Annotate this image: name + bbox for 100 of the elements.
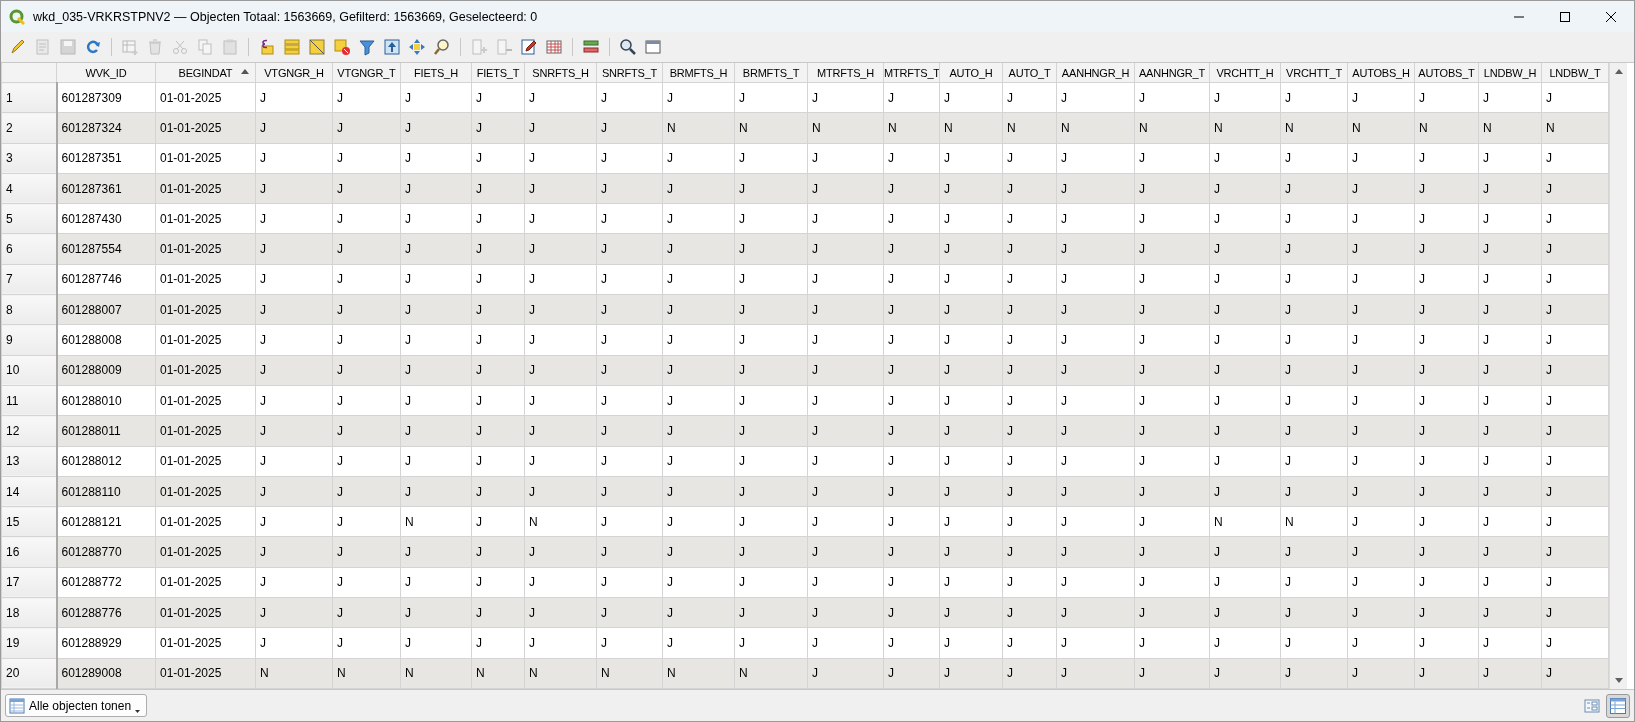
table-cell: J [1414, 264, 1479, 295]
column-header[interactable]: WVK_ID [56, 63, 156, 83]
table-cell: J [596, 415, 663, 447]
table-cell: N [662, 112, 735, 144]
table-cell: J [883, 446, 940, 477]
column-header[interactable]: VRCHTT_H [1209, 63, 1281, 83]
table-cell: J [883, 355, 940, 386]
table-cell: J [734, 385, 808, 416]
column-header[interactable]: LNDBW_H [1478, 63, 1542, 83]
table-cell: J [1347, 355, 1415, 386]
table-cell: J [1541, 627, 1609, 659]
table-cell: J [400, 234, 472, 265]
table-cell: J [734, 203, 808, 234]
toolbar-button[interactable] [381, 36, 403, 58]
column-header[interactable]: VTGNGR_T [332, 63, 401, 83]
table-cell: J [939, 385, 1003, 416]
column-header[interactable]: FIETS_T [471, 63, 525, 83]
table-cell: J [524, 446, 597, 477]
table-cell: 601287361 [56, 173, 156, 204]
table-cell: J [524, 203, 597, 234]
table-cell: J [662, 264, 735, 295]
row-number[interactable]: 3 [1, 143, 57, 174]
row-number[interactable]: 8 [1, 294, 57, 325]
column-header[interactable]: AANHNGR_H [1056, 63, 1135, 83]
column-header[interactable]: SNRFTS_H [524, 63, 597, 83]
table-cell: N [524, 658, 597, 689]
table-cell: J [1002, 143, 1057, 174]
column-header[interactable]: VTGNGR_H [255, 63, 333, 83]
column-header[interactable]: VRCHTT_T [1280, 63, 1348, 83]
column-header[interactable]: AANHNGR_T [1134, 63, 1210, 83]
table-cell: J [1056, 294, 1135, 325]
table-cell: J [1002, 597, 1057, 628]
table-cell: J [662, 294, 735, 325]
row-number[interactable]: 13 [1, 446, 57, 477]
row-number[interactable]: 4 [1, 173, 57, 204]
table-cell: J [1541, 294, 1609, 325]
row-number[interactable]: 20 [1, 658, 57, 689]
row-number[interactable]: 15 [1, 506, 57, 537]
table-cell: J [1280, 173, 1348, 204]
row-number[interactable]: 1 [1, 82, 57, 113]
row-number[interactable]: 2 [1, 112, 57, 144]
table-cell: J [1002, 203, 1057, 234]
table-cell: J [1347, 415, 1415, 447]
row-number[interactable]: 16 [1, 536, 57, 568]
filter-dropdown-button[interactable]: Alle objecten tonen [5, 694, 148, 717]
row-number[interactable]: 12 [1, 415, 57, 447]
table-cell: J [471, 536, 525, 568]
table-cell: J [255, 415, 333, 447]
table-cell: J [400, 597, 472, 628]
table-cell: J [1541, 234, 1609, 265]
table-cell: J [471, 203, 525, 234]
toolbar-button[interactable] [306, 36, 328, 58]
table-cell: J [662, 234, 735, 265]
table-cell: J [255, 264, 333, 295]
row-number[interactable]: 7 [1, 264, 57, 295]
row-number[interactable]: 6 [1, 234, 57, 265]
table-cell: J [255, 112, 333, 144]
column-header[interactable]: FIETS_H [400, 63, 472, 83]
table-cell: J [1478, 627, 1542, 659]
table-cell: J [1478, 597, 1542, 628]
column-header[interactable]: AUTO_T [1002, 63, 1057, 83]
row-number[interactable]: 11 [1, 385, 57, 416]
table-cell: J [332, 446, 401, 477]
column-header[interactable]: AUTOBS_H [1347, 63, 1415, 83]
column-header[interactable]: BRMFTS_T [734, 63, 808, 83]
row-number[interactable]: 5 [1, 203, 57, 234]
table-cell: J [1134, 324, 1210, 356]
table-cell: J [1478, 385, 1542, 416]
column-header[interactable]: AUTOBS_T [1414, 63, 1479, 83]
column-header[interactable]: LNDBW_T [1541, 63, 1609, 83]
table-cell: J [1002, 536, 1057, 568]
row-number[interactable]: 18 [1, 597, 57, 628]
column-header[interactable]: SNRFTS_T [596, 63, 663, 83]
table-cell: J [1478, 355, 1542, 386]
table-cell: J [1209, 385, 1281, 416]
column-header[interactable]: MTRFTS_H [807, 63, 884, 83]
table-cell: 01-01-2025 [155, 385, 256, 416]
table-cell: J [1002, 234, 1057, 265]
table-cell: J [1414, 506, 1479, 537]
table-cell: 01-01-2025 [155, 415, 256, 447]
column-header[interactable]: BRMFTS_H [662, 63, 735, 83]
row-number[interactable]: 14 [1, 476, 57, 507]
table-cell: J [1280, 658, 1348, 689]
table-cell: 01-01-2025 [155, 567, 256, 598]
row-number[interactable]: 19 [1, 627, 57, 659]
row-number[interactable]: 9 [1, 324, 57, 356]
table-cell: J [1134, 264, 1210, 295]
row-number[interactable]: 17 [1, 567, 57, 598]
view-toggle-button[interactable] [1606, 693, 1630, 718]
table-cell: J [662, 82, 735, 113]
table-cell: 01-01-2025 [155, 506, 256, 537]
column-header[interactable]: BEGINDAT [155, 63, 256, 83]
table-cell: J [883, 506, 940, 537]
column-header[interactable]: AUTO_H [939, 63, 1003, 83]
table-cell: J [400, 324, 472, 356]
table-cell: J [1541, 415, 1609, 447]
table-cell: 01-01-2025 [155, 446, 256, 477]
row-number[interactable]: 10 [1, 355, 57, 386]
table-cell: J [939, 567, 1003, 598]
table-cell: J [1002, 385, 1057, 416]
